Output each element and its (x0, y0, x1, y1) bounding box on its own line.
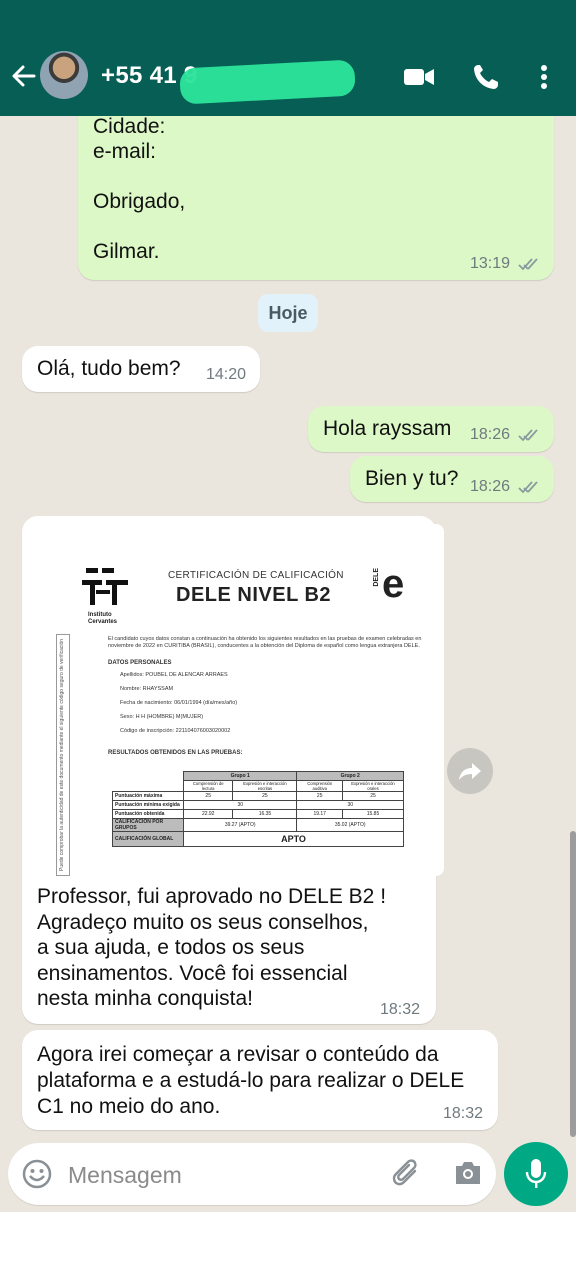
table-cell: 35.02 (APTO) (296, 818, 404, 832)
table-subheader: Expresión e interacción escritas (232, 780, 298, 792)
table-cell: 25 (341, 791, 405, 801)
table-row: Puntuación máxima 25 25 25 25 (112, 791, 405, 801)
table-cell: 30 (296, 800, 404, 810)
message-input[interactable] (66, 1157, 370, 1193)
voice-call-icon[interactable] (472, 62, 500, 92)
row-label: CALIFICACIÓN GLOBAL (112, 831, 184, 847)
instituto-cervantes-logo (82, 568, 128, 605)
row-label: CALIFICACIÓN POR GRUPOS (112, 818, 184, 832)
group2-header: Grupo 2 (296, 771, 404, 781)
table-subheader: Comprensión de lectura (182, 780, 234, 792)
results-table: Grupo 1 Grupo 2 Comprensión de lectura E… (112, 771, 405, 847)
verification-text: Puede comprobar la autenticidad de este … (59, 638, 65, 871)
certificate-institute: Instituto Cervantes (88, 612, 118, 625)
table-subheader: Comprensión auditiva (296, 780, 343, 792)
field-name: Nombre: RHAYSSAM (120, 686, 174, 692)
table-cell: 22.92 (182, 809, 234, 819)
attach-icon[interactable] (391, 1157, 421, 1194)
name-redaction-mark (179, 59, 356, 105)
table-cell: 39.27 (APTO) (182, 818, 298, 832)
chat-header: +55 41 9 (0, 0, 576, 116)
message-bubble-outgoing[interactable]: Cidade: e-mail: Obrigado, Gilmar. 13:19 (78, 116, 554, 280)
table-cell: 19.17 (296, 809, 343, 819)
message-text: Olá, tudo bem? (37, 357, 181, 380)
table-cell: 16.35 (232, 809, 298, 819)
forward-icon (459, 763, 481, 780)
table-cell: 25 (232, 791, 298, 801)
dele-logo-letter: e (382, 562, 405, 606)
message-time: 13:19 (470, 255, 511, 272)
forward-button[interactable] (447, 748, 493, 794)
table-cell: 25 (182, 791, 234, 801)
table-row: CALIFICACIÓN POR GRUPOS 39.27 (APTO) 35.… (112, 818, 404, 832)
message-time: 18:26 (470, 426, 511, 443)
message-time: 18:32 (380, 1001, 421, 1018)
more-options-icon[interactable] (538, 62, 550, 92)
scrollbar[interactable] (570, 831, 576, 1137)
back-arrow-icon[interactable] (10, 60, 38, 92)
row-label: Puntuación obtenida (112, 809, 184, 819)
table-cell: 15.85 (341, 809, 405, 819)
row-label: Puntuación máxima (112, 791, 184, 801)
table-row: Puntuación obtenida 22.92 16.35 19.17 15… (112, 809, 405, 819)
camera-icon[interactable] (453, 1159, 483, 1192)
certificate-title: DELE NIVEL B2 (176, 584, 332, 606)
row-label: Puntuación mínima exigida (112, 800, 184, 810)
group1-header: Grupo 1 (182, 771, 298, 781)
table-cell: 25 (296, 791, 343, 801)
microphone-icon (525, 1159, 547, 1188)
message-time: 18:32 (443, 1105, 484, 1122)
message-bubble-image[interactable]: Instituto Cervantes CERTIFICACIÓN DE CAL… (22, 516, 444, 1024)
verification-strip: Puede comprobar la autenticidad de este … (56, 634, 70, 876)
field-sex: Sexo: H H (HOMBRE) M(MUJER) (120, 714, 204, 720)
field-code: Código de inscripción: 22110407600302000… (120, 728, 231, 734)
global-grade-cell: APTO (183, 831, 404, 847)
message-bubble-incoming[interactable]: Agora irei começar a revisar o conteúdo … (22, 1030, 498, 1130)
voice-record-button[interactable] (504, 1142, 568, 1206)
message-text: Agora irei começar a revisar o conteúdo … (37, 1043, 465, 1118)
message-bubble-outgoing[interactable]: Bien y tu? 18:26 (350, 456, 554, 502)
table-subheader: Expresión e interacción orales (341, 780, 405, 792)
message-text: Cidade: e-mail: Obrigado, Gilmar. (93, 116, 186, 263)
bottom-area (0, 1212, 576, 1280)
message-composer (8, 1143, 496, 1205)
field-birth: Fecha de nacimiento: 06/01/1994 (día/mes… (120, 700, 238, 706)
field-surname: Apellidos: POUBEL DE ALENCAR ARRAES (120, 672, 228, 678)
message-bubble-incoming[interactable]: Olá, tudo bem? 14:20 (22, 346, 260, 392)
read-receipt-icon (518, 258, 538, 271)
table-cell: 30 (182, 800, 298, 810)
conversation-area[interactable]: Cidade: e-mail: Obrigado, Gilmar. 13:19 … (0, 116, 576, 1212)
certificate-title-small: CERTIFICACIÓN DE CALIFICACIÓN (168, 570, 344, 581)
results-heading: RESULTADOS OBTENIDOS EN LAS PRUEBAS: (108, 750, 243, 756)
table-row: CALIFICACIÓN GLOBAL APTO (112, 831, 404, 847)
table-row: Puntuación mínima exigida 30 30 (112, 800, 404, 810)
message-text: Hola rayssam (323, 417, 452, 440)
message-time: 18:26 (470, 478, 511, 495)
message-bubble-outgoing[interactable]: Hola rayssam 18:26 (308, 406, 554, 452)
read-receipt-icon (518, 429, 538, 442)
read-receipt-icon (518, 481, 538, 494)
image-caption: Professor, fui aprovado no DELE B2 ! Agr… (37, 885, 387, 1010)
certificate-image[interactable]: Instituto Cervantes CERTIFICACIÓN DE CAL… (36, 524, 444, 876)
contact-avatar[interactable] (40, 51, 88, 99)
dele-brand-mark: DELE (373, 568, 380, 587)
emoji-icon[interactable] (22, 1159, 52, 1194)
date-separator: Hoje (258, 294, 318, 332)
message-text: Bien y tu? (365, 467, 459, 490)
video-call-icon[interactable] (403, 62, 435, 92)
message-time: 14:20 (206, 366, 247, 383)
certificate-intro: El candidato cuyos datos constan a conti… (108, 636, 422, 649)
personal-data-heading: DATOS PERSONALES (108, 660, 172, 666)
